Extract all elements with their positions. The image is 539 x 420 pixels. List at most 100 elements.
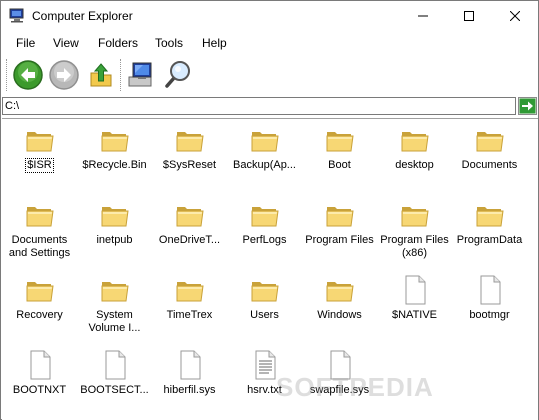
computer-icon [128, 62, 152, 87]
folder-item[interactable]: Documents [452, 119, 527, 194]
menu-view[interactable]: View [53, 36, 79, 50]
text-file-icon [249, 349, 281, 381]
folder-icon [24, 124, 56, 156]
forward-button[interactable] [48, 59, 80, 91]
forward-arrow-icon [49, 60, 79, 90]
menu-folders[interactable]: Folders [98, 36, 138, 50]
folder-icon [249, 274, 281, 306]
file-grid: $ISR $Recycle.Bin $SysReset Backup(Ap...… [2, 119, 538, 419]
folder-icon [174, 124, 206, 156]
file-item[interactable]: swapfile.sys [302, 344, 377, 419]
item-label: Program Files (x86) [380, 234, 449, 259]
folder-icon [399, 199, 431, 231]
item-label: $Recycle.Bin [82, 159, 147, 171]
folder-icon [249, 124, 281, 156]
search-button[interactable] [161, 59, 193, 91]
folder-item[interactable]: Boot [302, 119, 377, 194]
menu-file[interactable]: File [16, 36, 35, 50]
folder-icon [174, 199, 206, 231]
back-button[interactable] [12, 59, 44, 91]
folder-item[interactable]: Windows [302, 269, 377, 344]
title-bar[interactable]: Computer Explorer [1, 1, 538, 31]
file-icon [399, 274, 431, 306]
go-button[interactable] [518, 97, 537, 115]
file-item[interactable]: $NATIVE [377, 269, 452, 344]
file-icon [474, 274, 506, 306]
folder-item[interactable]: $ISR [2, 119, 77, 194]
folder-item[interactable]: OneDriveT... [152, 194, 227, 269]
file-item[interactable]: BOOTNXT [2, 344, 77, 419]
folder-icon [24, 274, 56, 306]
folder-item[interactable]: inetpub [77, 194, 152, 269]
folder-item[interactable]: Recovery [2, 269, 77, 344]
item-label: Documents and Settings [8, 234, 71, 259]
menu-help[interactable]: Help [202, 36, 227, 50]
folder-icon [324, 199, 356, 231]
file-item[interactable]: hiberfil.sys [152, 344, 227, 419]
folder-item[interactable]: Users [227, 269, 302, 344]
folder-item[interactable]: ProgramData [452, 194, 527, 269]
item-label: Recovery [16, 309, 63, 321]
item-label: Backup(Ap... [233, 159, 296, 171]
item-label: BOOTSECT... [80, 384, 149, 396]
folder-item[interactable]: TimeTrex [152, 269, 227, 344]
file-icon [174, 349, 206, 381]
folder-icon [324, 124, 356, 156]
toolbar-grip [6, 59, 10, 91]
folder-item[interactable]: $SysReset [152, 119, 227, 194]
computer-button[interactable] [125, 59, 157, 91]
item-label: Program Files [305, 234, 374, 246]
folder-item[interactable]: Documents and Settings [2, 194, 77, 269]
up-button[interactable] [85, 59, 117, 91]
address-bar [1, 96, 538, 116]
item-label: bootmgr [469, 309, 510, 321]
item-label: $ISR [25, 158, 54, 173]
maximize-button[interactable] [446, 1, 492, 31]
folder-icon [99, 199, 131, 231]
file-view[interactable]: $ISR $Recycle.Bin $SysReset Backup(Ap...… [2, 118, 538, 420]
item-label: Windows [317, 309, 362, 321]
folder-item[interactable]: PerfLogs [227, 194, 302, 269]
folder-icon [174, 274, 206, 306]
item-label: swapfile.sys [309, 384, 370, 396]
folder-item[interactable]: desktop [377, 119, 452, 194]
folder-icon [399, 124, 431, 156]
item-label: OneDriveT... [158, 234, 221, 246]
magnifier-icon [165, 61, 190, 88]
file-icon [324, 349, 356, 381]
folder-item[interactable]: Program Files (x86) [377, 194, 452, 269]
close-button[interactable] [492, 1, 538, 31]
item-label: hsrv.txt [247, 384, 282, 396]
computer-icon [9, 8, 26, 23]
folder-item[interactable]: $Recycle.Bin [77, 119, 152, 194]
folder-icon [99, 274, 131, 306]
folder-icon [249, 199, 281, 231]
folder-icon [99, 124, 131, 156]
up-folder-icon [90, 63, 112, 87]
back-arrow-icon [13, 60, 43, 90]
file-item[interactable]: bootmgr [452, 269, 527, 344]
item-label: PerfLogs [242, 234, 287, 246]
item-label: $SysReset [162, 159, 217, 171]
file-item[interactable]: hsrv.txt [227, 344, 302, 419]
item-label: Boot [328, 159, 351, 171]
folder-icon [474, 199, 506, 231]
folder-item[interactable]: System Volume I... [77, 269, 152, 344]
toolbar [1, 55, 538, 95]
minimize-button[interactable] [400, 1, 446, 31]
folder-icon [324, 274, 356, 306]
menu-bar: File View Folders Tools Help [1, 32, 538, 54]
item-label: System Volume I... [88, 309, 141, 334]
folder-icon [474, 124, 506, 156]
file-item[interactable]: BOOTSECT... [77, 344, 152, 419]
explorer-window: Computer Explorer File View Folders Tool… [0, 0, 539, 420]
go-arrow-icon [519, 98, 536, 114]
item-label: desktop [395, 159, 434, 171]
item-label: inetpub [96, 234, 133, 246]
address-input[interactable] [2, 97, 516, 115]
window-title: Computer Explorer [32, 9, 133, 23]
folder-item[interactable]: Backup(Ap... [227, 119, 302, 194]
menu-tools[interactable]: Tools [155, 36, 183, 50]
file-icon [24, 349, 56, 381]
folder-item[interactable]: Program Files [302, 194, 377, 269]
